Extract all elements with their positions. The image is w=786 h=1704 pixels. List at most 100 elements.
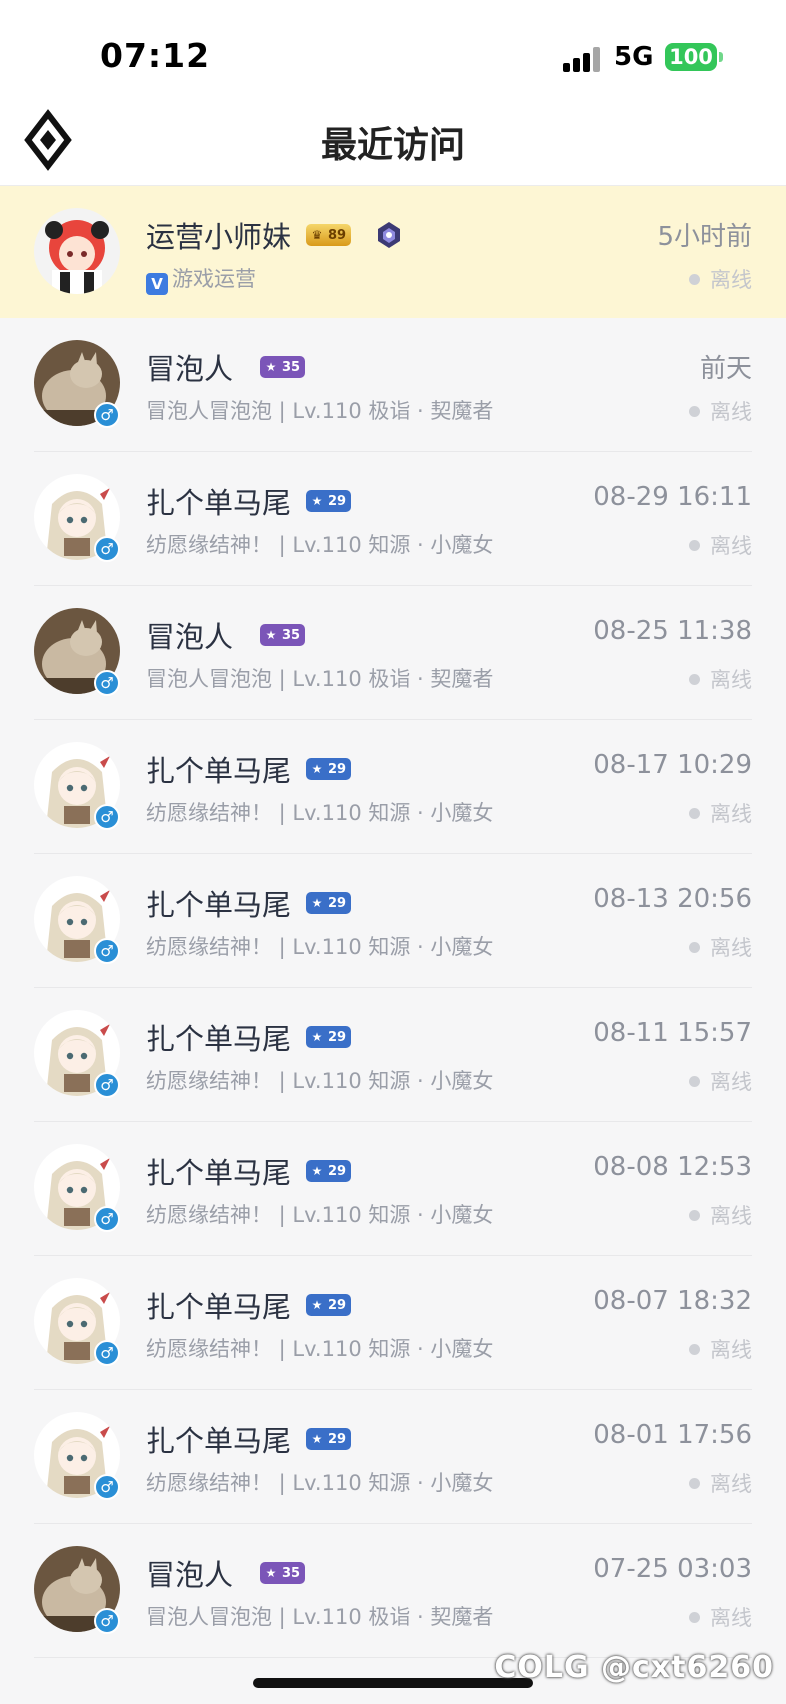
- star-icon: ★: [265, 360, 277, 374]
- page-title: 最近访问: [320, 125, 465, 166]
- visitor-subline: 冒泡人冒泡泡 | Lv.110 极诣 · 契魔者: [146, 395, 493, 425]
- visitor-name[interactable]: 扎个单马尾: [146, 1284, 291, 1326]
- level-number: 35: [282, 1565, 301, 1581]
- subline-text: 纺愿缘结神！ | Lv.110 知源 · 小魔女: [146, 1471, 494, 1495]
- visitor-row[interactable]: ♂ 扎个单马尾 ★ 29 纺愿缘结神！ | Lv.110 知源 · 小魔女 08-08 1…: [0, 1122, 786, 1256]
- visitor-name[interactable]: 冒泡人: [146, 1552, 233, 1594]
- visitor-name[interactable]: 扎个单马尾: [146, 1016, 291, 1058]
- star-icon: ★: [265, 1566, 277, 1580]
- rank-emblem-icon: [374, 220, 404, 250]
- subline-text: 冒泡人冒泡泡 | Lv.110 极诣 · 契魔者: [146, 399, 494, 423]
- visitor-name[interactable]: 运营小师妹: [146, 214, 291, 256]
- visitor-subline: 纺愿缘结神！ | Lv.110 知源 · 小魔女: [146, 1333, 493, 1363]
- watermark: COLG @cxt6260: [494, 1650, 774, 1685]
- level-number: 29: [328, 895, 347, 911]
- status-dot-icon: [689, 673, 700, 685]
- network-type: 5G: [614, 42, 654, 72]
- visitor-subline: 纺愿缘结神！ | Lv.110 知源 · 小魔女: [146, 1199, 493, 1229]
- visitor-name[interactable]: 扎个单马尾: [146, 748, 291, 790]
- subline-text: 纺愿缘结神！ | Lv.110 知源 · 小魔女: [146, 1203, 494, 1227]
- level-number: 29: [328, 1163, 347, 1179]
- status-text: 离线: [710, 802, 752, 826]
- visitor-row[interactable]: ♂ 扎个单马尾 ★ 29 纺愿缘结神！ | Lv.110 知源 · 小魔女 08-01 1…: [0, 1390, 786, 1524]
- visit-time: 08-11 15:57: [593, 1018, 752, 1048]
- subline-text: 纺愿缘结神！ | Lv.110 知源 · 小魔女: [146, 935, 494, 959]
- online-status: 离线: [689, 1200, 752, 1230]
- visitor-name[interactable]: 冒泡人: [146, 346, 233, 388]
- header: 最近访问: [0, 96, 786, 186]
- visitor-row[interactable]: ♂ 扎个单马尾 ★ 29 纺愿缘结神！ | Lv.110 知源 · 小魔女 08-13 2…: [0, 854, 786, 988]
- male-gender-icon: ♂: [94, 1206, 120, 1232]
- cellular-signal-icon: [563, 46, 603, 72]
- online-status: 离线: [689, 1066, 752, 1096]
- online-status: 离线: [689, 1602, 752, 1632]
- visit-time: 前天: [699, 354, 752, 384]
- online-status: 离线: [689, 530, 752, 560]
- star-icon: ★: [311, 494, 323, 508]
- visit-time: 08-01 17:56: [593, 1420, 752, 1450]
- level-number: 35: [282, 359, 301, 375]
- level-number: 29: [328, 493, 347, 509]
- male-gender-icon: ♂: [94, 1072, 120, 1098]
- status-text: 离线: [710, 936, 752, 960]
- status-text: 离线: [710, 534, 752, 558]
- visit-time: 5小时前: [657, 222, 752, 252]
- crown-icon: ♛: [311, 228, 323, 242]
- visitor-row[interactable]: ♂ 扎个单马尾 ★ 29 纺愿缘结神！ | Lv.110 知源 · 小魔女 08-29 1…: [0, 452, 786, 586]
- visitor-row[interactable]: ♂ 扎个单马尾 ★ 29 纺愿缘结神！ | Lv.110 知源 · 小魔女 08-07 1…: [0, 1256, 786, 1390]
- visitor-row[interactable]: ♂ 冒泡人 ★ 35 冒泡人冒泡泡 | Lv.110 极诣 · 契魔者 前天 离线: [0, 318, 786, 452]
- visitor-row[interactable]: ♂ 扎个单马尾 ★ 29 纺愿缘结神！ | Lv.110 知源 · 小魔女 08-11 1…: [0, 988, 786, 1122]
- male-gender-icon: ♂: [94, 1608, 120, 1634]
- visit-time: 08-25 11:38: [593, 616, 752, 646]
- level-badge: ★ 29: [306, 1428, 352, 1450]
- subline-text: 纺愿缘结神！ | Lv.110 知源 · 小魔女: [146, 801, 494, 825]
- status-dot-icon: [689, 1075, 700, 1087]
- status-dot-icon: [689, 1611, 700, 1623]
- visitor-name[interactable]: 扎个单马尾: [146, 1418, 291, 1460]
- visitor-row[interactable]: 运营小师妹 ♛ 89 V 游戏运营 5小时前离线: [0, 186, 786, 318]
- visitor-row[interactable]: ♂ 冒泡人 ★ 35 冒泡人冒泡泡 | Lv.110 极诣 · 契魔者 07-25 03:…: [0, 1524, 786, 1658]
- avatar[interactable]: [34, 208, 120, 294]
- star-icon: ★: [311, 1298, 323, 1312]
- status-time: 07:12: [100, 36, 211, 75]
- male-gender-icon: ♂: [94, 804, 120, 830]
- status-dot-icon: [689, 539, 700, 551]
- online-status: 离线: [689, 1334, 752, 1364]
- visit-time: 08-08 12:53: [593, 1152, 752, 1182]
- subline-text: 游戏运营: [172, 267, 256, 291]
- online-status: 离线: [689, 396, 752, 426]
- level-badge: ★ 29: [306, 1160, 352, 1182]
- online-status: 离线: [689, 1468, 752, 1498]
- male-gender-icon: ♂: [94, 536, 120, 562]
- status-bar: 07:12 5G 100: [0, 0, 786, 96]
- visitor-name[interactable]: 扎个单马尾: [146, 1150, 291, 1192]
- level-number: 35: [282, 627, 301, 643]
- online-status: 离线: [689, 932, 752, 962]
- battery-level: 100: [669, 45, 713, 69]
- battery-tip: [719, 52, 723, 62]
- status-text: 离线: [710, 268, 752, 292]
- subline-text: 冒泡人冒泡泡 | Lv.110 极诣 · 契魔者: [146, 667, 494, 691]
- level-badge: ★ 29: [306, 490, 352, 512]
- visitor-row[interactable]: ♂ 冒泡人 ★ 35 冒泡人冒泡泡 | Lv.110 极诣 · 契魔者 08-25 11:…: [0, 586, 786, 720]
- visitor-row[interactable]: ♂ 扎个单马尾 ★ 29 纺愿缘结神！ | Lv.110 知源 · 小魔女 08-17 1…: [0, 720, 786, 854]
- visitor-subline: 纺愿缘结神！ | Lv.110 知源 · 小魔女: [146, 1467, 493, 1497]
- visitor-name[interactable]: 扎个单马尾: [146, 882, 291, 924]
- visit-time: 08-29 16:11: [593, 482, 752, 512]
- status-text: 离线: [710, 400, 752, 424]
- level-badge: ★ 35: [260, 1562, 306, 1584]
- level-number: 29: [328, 1297, 347, 1313]
- home-indicator[interactable]: [253, 1678, 533, 1688]
- status-text: 离线: [710, 1204, 752, 1228]
- verified-icon: V: [146, 273, 168, 295]
- visit-time: 08-13 20:56: [593, 884, 752, 914]
- status-dot-icon: [689, 1343, 700, 1355]
- visitor-name[interactable]: 扎个单马尾: [146, 480, 291, 522]
- visitor-list: 运营小师妹 ♛ 89 V 游戏运营 5小时前离线 ♂ 冒泡人 ★ 35 冒泡人冒泡泡 | Lv.11…: [0, 186, 786, 1658]
- visitor-name[interactable]: 冒泡人: [146, 614, 233, 656]
- level-number: 29: [328, 1431, 347, 1447]
- subline-text: 纺愿缘结神！ | Lv.110 知源 · 小魔女: [146, 533, 494, 557]
- level-badge: ♛ 89: [306, 224, 352, 246]
- visit-time: 08-07 18:32: [593, 1286, 752, 1316]
- online-status: 离线: [689, 664, 752, 694]
